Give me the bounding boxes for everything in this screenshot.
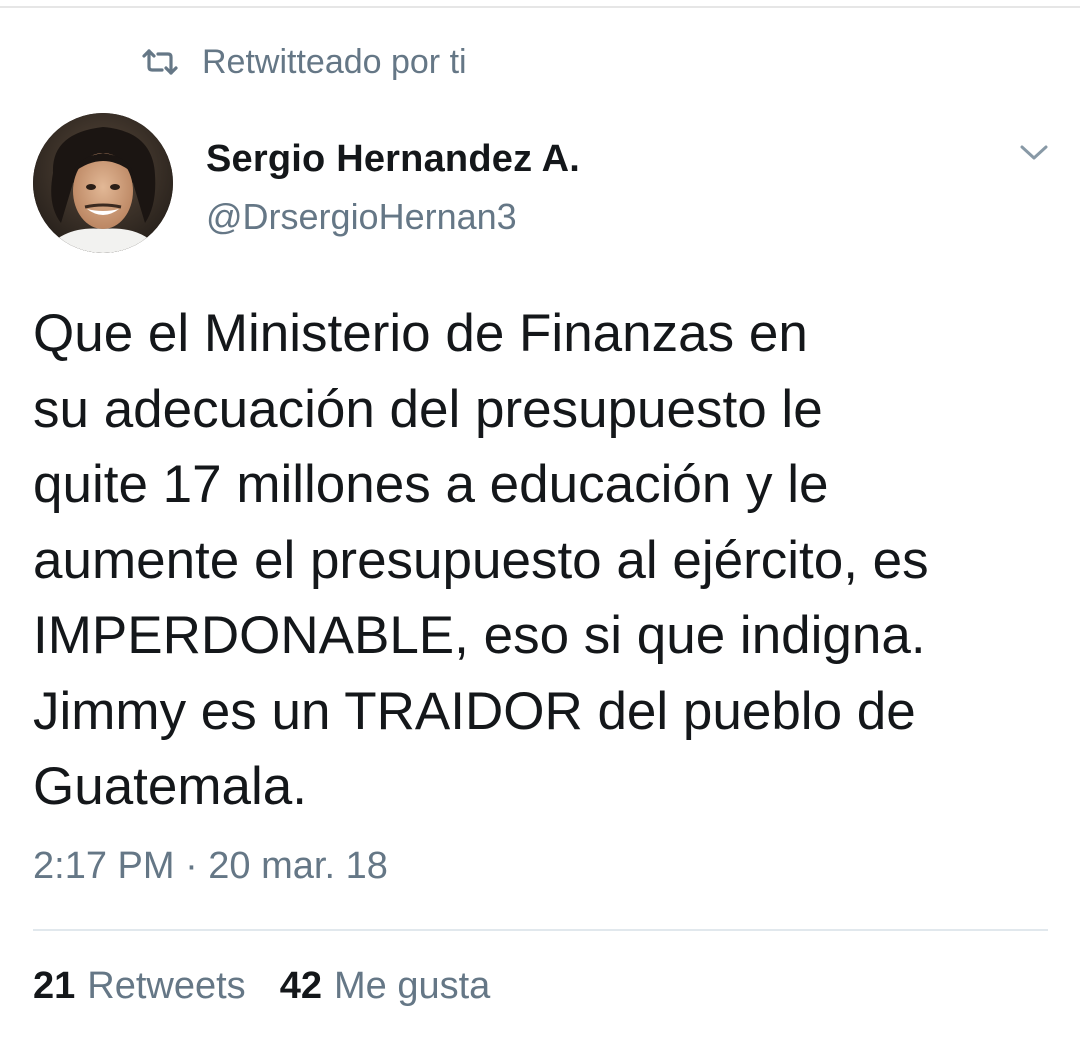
retweet-context-label: Retwitteado por ti	[202, 42, 467, 81]
retweets-label: Retweets	[87, 965, 246, 1007]
avatar-image	[33, 113, 173, 253]
tweet-text: Que el Ministerio de Finanzas en su adec…	[33, 296, 1063, 825]
chevron-down-icon	[1019, 144, 1049, 167]
avatar[interactable]	[33, 113, 173, 253]
retweets-stat[interactable]: 21 Retweets	[33, 965, 246, 1008]
tweet-stats: 21 Retweets 42 Me gusta	[33, 965, 490, 1008]
likes-label: Me gusta	[333, 965, 491, 1007]
retweets-count: 21	[33, 965, 76, 1007]
tweet-text-line: Guatemala.	[33, 757, 307, 816]
tweet-text-line: Jimmy es un TRAIDOR del pueblo de	[33, 681, 916, 741]
tweet-text-line: IMPERDONABLE, eso si que indigna.	[33, 606, 926, 665]
retweet-context[interactable]: Retwitteado por ti	[140, 38, 467, 86]
author-name[interactable]: Sergio Hernandez A.	[206, 138, 580, 181]
tweet-text-line: su adecuación del presupuesto le	[33, 379, 823, 439]
retweet-icon	[140, 42, 180, 82]
likes-count: 42	[279, 965, 322, 1007]
likes-stat[interactable]: 42 Me gusta	[280, 965, 491, 1008]
tweet-timestamp[interactable]: 2:17 PM · 20 mar. 18	[33, 845, 388, 888]
tweet-text-line: aumente el presupuesto al ejército, es	[33, 530, 929, 590]
tweet-text-line: quite 17 millones a educación y le	[33, 455, 829, 514]
tweet-text-line: Que el Ministerio de Finanzas en	[33, 304, 808, 363]
top-divider	[0, 0, 1080, 8]
more-options-button[interactable]	[1014, 138, 1054, 172]
stats-divider	[33, 929, 1048, 931]
author-handle[interactable]: @DrsergioHernan3	[206, 196, 517, 238]
